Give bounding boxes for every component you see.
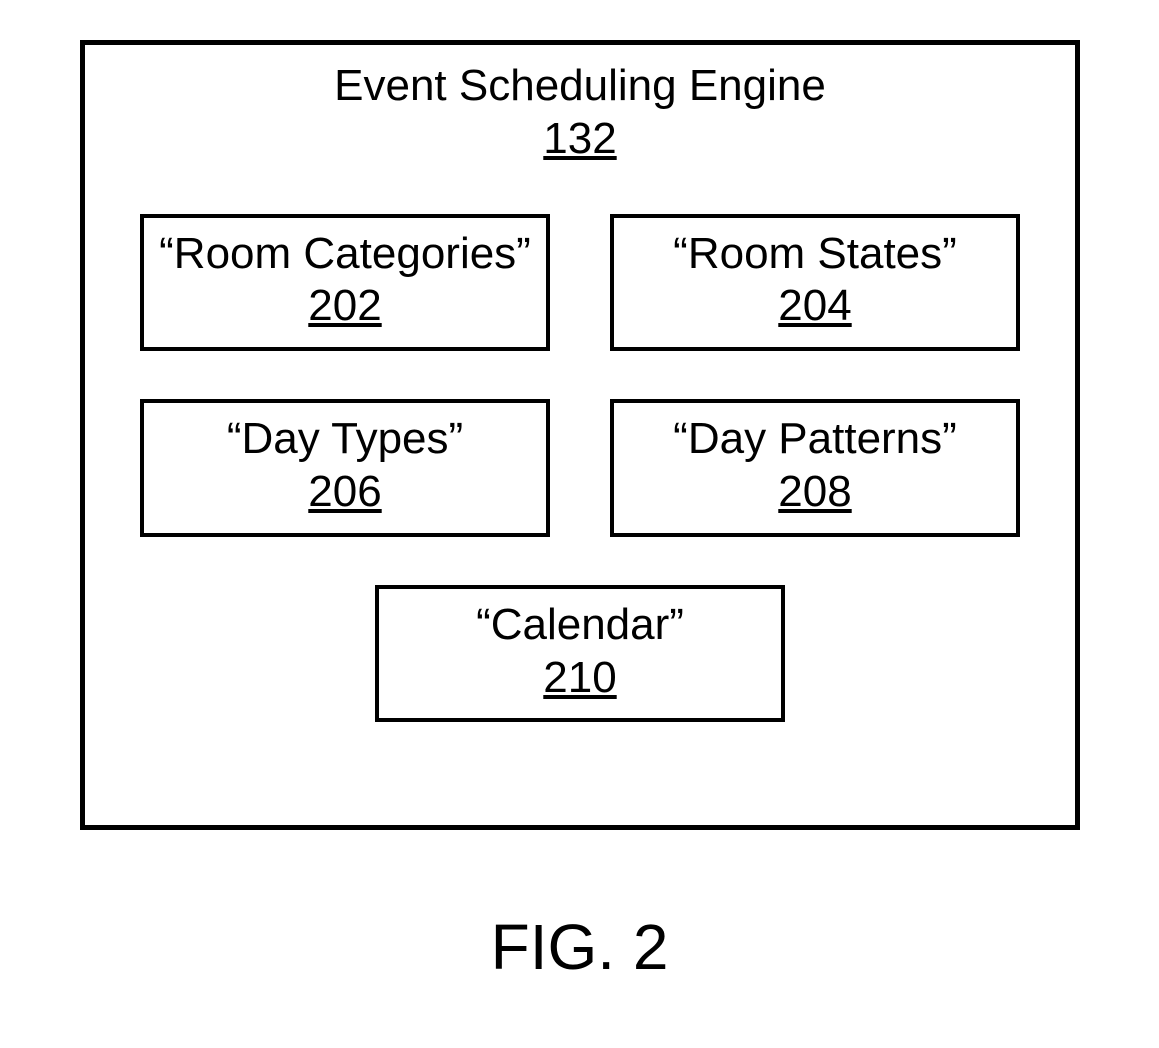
module-ref: 202 [152, 280, 538, 333]
module-day-types: “Day Types” 206 [140, 399, 550, 537]
module-ref: 204 [622, 280, 1008, 333]
module-room-categories: “Room Categories” 202 [140, 214, 550, 352]
module-day-patterns: “Day Patterns” 208 [610, 399, 1020, 537]
engine-ref: 132 [85, 113, 1075, 166]
module-ref: 208 [622, 466, 1008, 519]
module-label: “Room States” [622, 228, 1008, 281]
module-label: “Day Types” [152, 413, 538, 466]
module-label: “Calendar” [387, 599, 773, 652]
figure-label: FIG. 2 [0, 910, 1159, 984]
module-label: “Day Patterns” [622, 413, 1008, 466]
module-ref: 206 [152, 466, 538, 519]
engine-title: Event Scheduling Engine [85, 60, 1075, 113]
module-row-2: “Day Types” 206 “Day Patterns” 208 [85, 399, 1075, 537]
module-calendar: “Calendar” 210 [375, 585, 785, 723]
module-row-1: “Room Categories” 202 “Room States” 204 [85, 214, 1075, 352]
module-ref: 210 [387, 652, 773, 705]
engine-container: Event Scheduling Engine 132 “Room Catego… [80, 40, 1080, 830]
module-row-3: “Calendar” 210 [85, 585, 1075, 723]
module-room-states: “Room States” 204 [610, 214, 1020, 352]
module-label: “Room Categories” [152, 228, 538, 281]
engine-title-block: Event Scheduling Engine 132 [85, 60, 1075, 166]
